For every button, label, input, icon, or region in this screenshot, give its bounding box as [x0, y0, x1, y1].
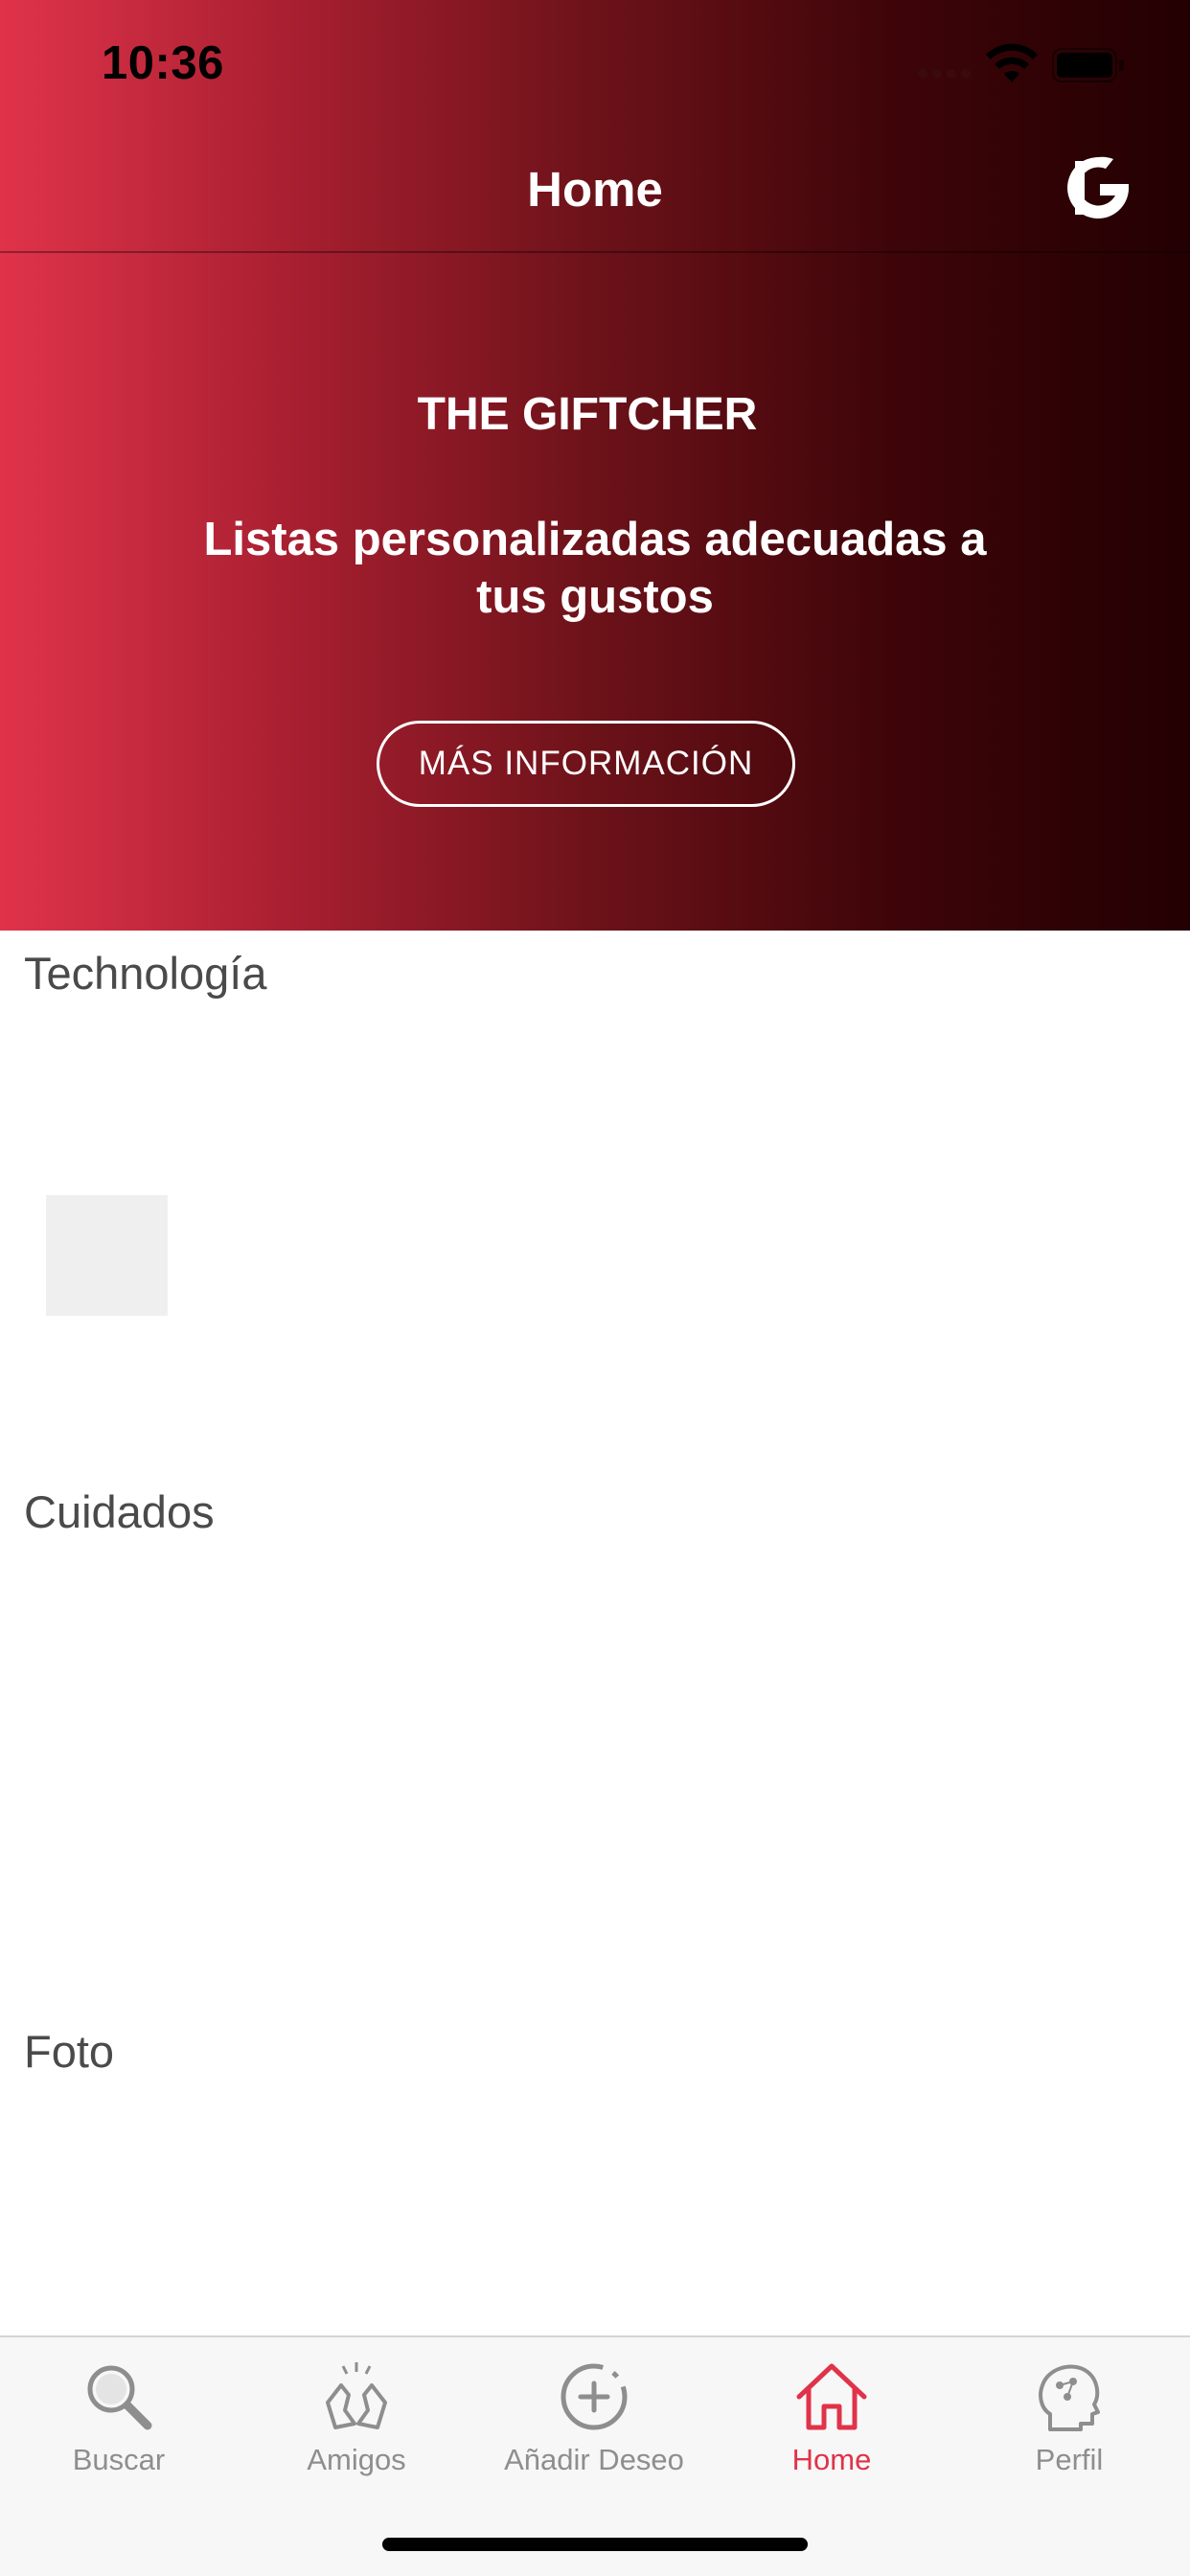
- friends-icon: [326, 2362, 387, 2429]
- section-title-technologia: Technología: [24, 948, 267, 999]
- tab-label-buscar: Buscar: [72, 2443, 166, 2476]
- tab-label-perfil: Perfil: [1035, 2443, 1104, 2476]
- section-title-foto: Foto: [24, 2026, 115, 2077]
- tab-home[interactable]: Home: [713, 2337, 950, 2510]
- section-title-cuidados: Cuidados: [24, 1486, 215, 1537]
- giftcher-logo-icon[interactable]: [1062, 151, 1134, 224]
- battery-icon: [1052, 48, 1124, 82]
- more-info-button[interactable]: MÁS INFORMACIÓN: [377, 721, 795, 807]
- status-time: 10:36: [102, 37, 224, 89]
- status-bar: 10:36: [0, 0, 1190, 126]
- tab-amigos[interactable]: Amigos: [238, 2337, 475, 2510]
- product-image-placeholder[interactable]: [46, 1195, 168, 1316]
- navigation-bar: Home: [0, 126, 1190, 253]
- cellular-signal-icon: [918, 69, 975, 80]
- tab-anadir-deseo[interactable]: Añadir Deseo: [475, 2337, 713, 2510]
- tab-buscar[interactable]: Buscar: [0, 2337, 238, 2510]
- home-indicator[interactable]: [382, 2538, 808, 2551]
- hero-title: THE GIFTCHER: [417, 389, 758, 440]
- hero-header: 10:36 Home THE GIFTCHER Listas personali…: [0, 0, 1190, 931]
- add-circle-icon: [561, 2363, 628, 2430]
- tab-label-anadir-deseo: Añadir Deseo: [504, 2443, 684, 2476]
- search-icon: [87, 2365, 152, 2430]
- tab-perfil[interactable]: Perfil: [950, 2337, 1188, 2510]
- tab-bar: Buscar Amigos Añadir Deseo Home Perfil: [0, 2335, 1190, 2576]
- page-title: Home: [527, 162, 663, 217]
- profile-head-icon: [1039, 2364, 1100, 2431]
- home-icon: [796, 2363, 867, 2430]
- wifi-icon: [986, 43, 1038, 82]
- tab-label-home: Home: [791, 2443, 872, 2476]
- tab-label-amigos: Amigos: [307, 2443, 406, 2476]
- hero-subtitle: Listas personalizadas adecuadas a tus gu…: [203, 514, 987, 623]
